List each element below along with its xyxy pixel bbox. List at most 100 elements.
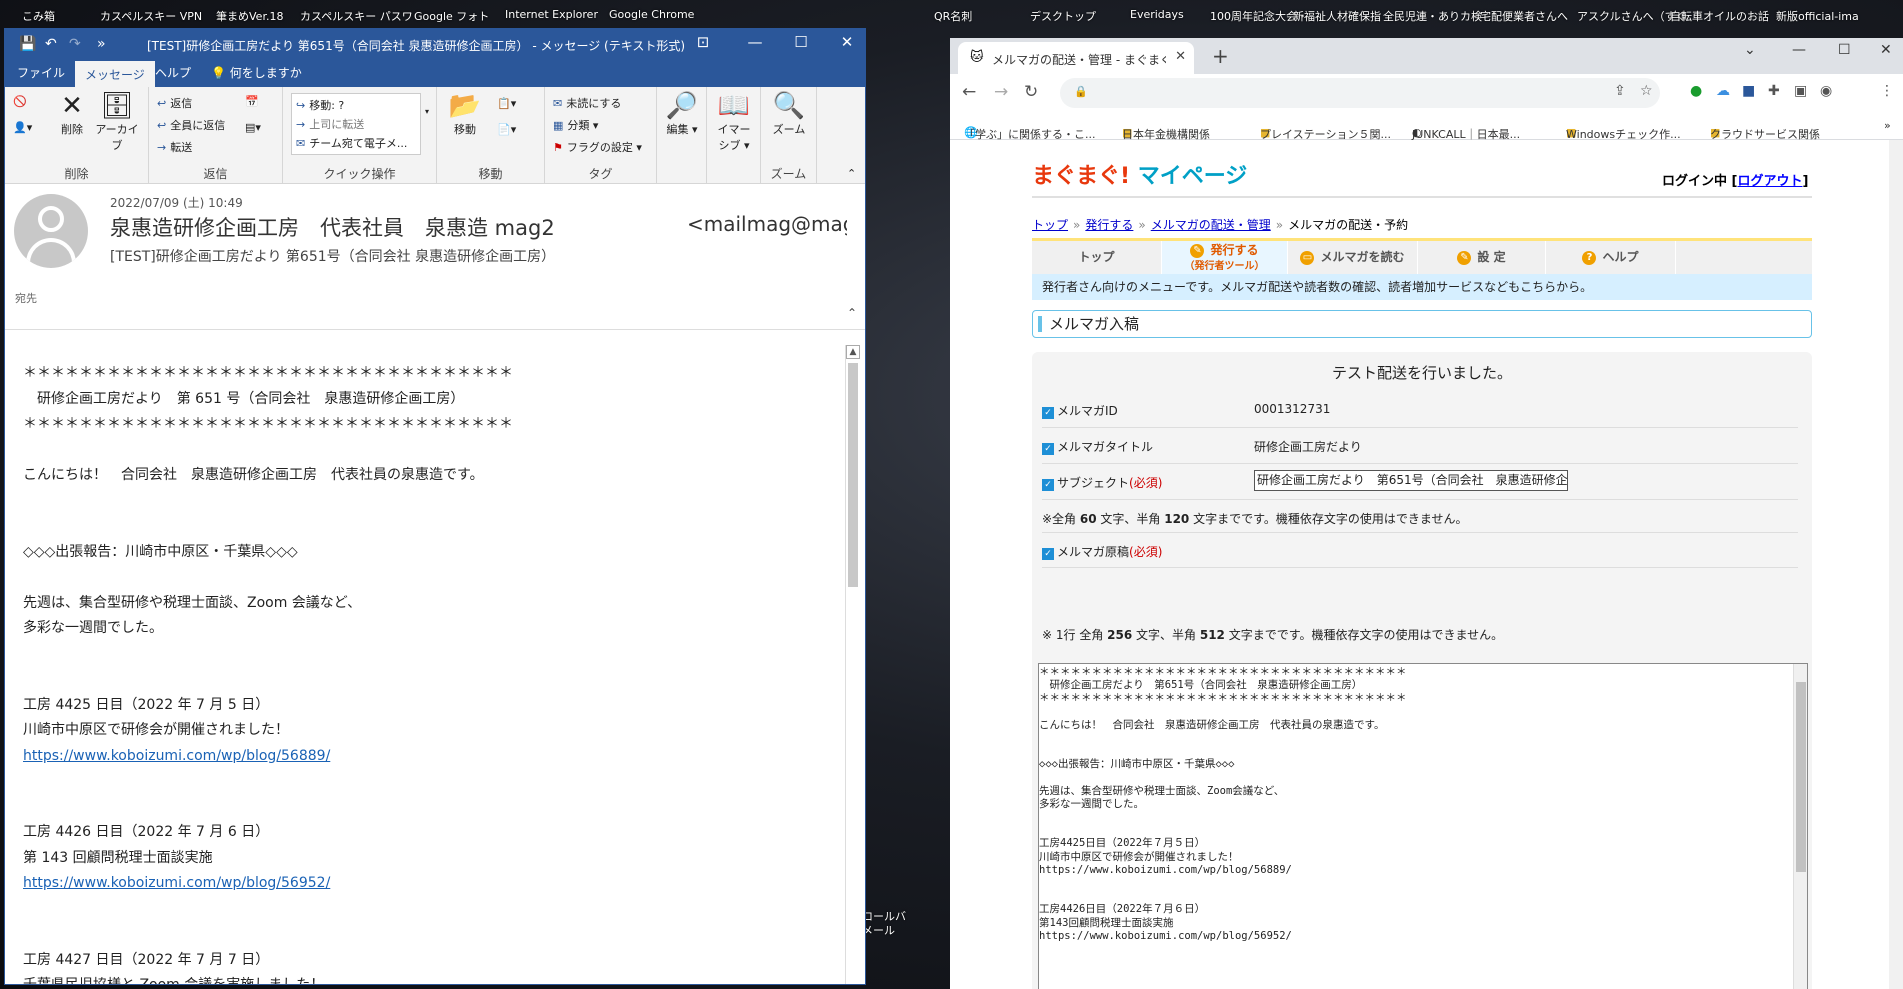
edit-button[interactable]: 🔎 編集 ▾ [663, 91, 701, 137]
mark-unread-button[interactable]: ✉ 未読にする [553, 95, 621, 111]
reply-all-button[interactable]: ↩ 全員に返信 [157, 117, 225, 133]
desktop-icon-label[interactable]: Google Chrome [609, 8, 694, 21]
side-panel-icon[interactable]: ▣ [1794, 83, 1807, 99]
page-scrollbar[interactable] [1889, 140, 1903, 989]
body-line: 工房 4426 日目（2022 年 7 月 6 日） [23, 824, 270, 840]
browser-tab[interactable]: 🐱 メルマガの配送・管理 - まぐまぐ！マ ✕ [958, 42, 1194, 74]
nav-top[interactable]: トップ [1032, 241, 1162, 274]
follow-up-button[interactable]: ⚑ フラグの設定 ▾ [553, 139, 642, 155]
maximize-icon[interactable]: ☐ [1838, 42, 1851, 58]
ribbon-display-icon[interactable]: ⊡ [693, 33, 713, 51]
tab-search-icon[interactable]: ⌄ [1744, 42, 1756, 58]
qat-more-icon[interactable]: » [97, 36, 106, 52]
message-scrollbar[interactable]: ▲ ▼ [845, 345, 860, 984]
nav-settings[interactable]: ✎ 設 定 [1418, 241, 1546, 274]
delete-button[interactable]: ✕ 削除 [53, 91, 91, 137]
collapse-header-icon[interactable]: ⌃ [847, 306, 857, 320]
redo-icon[interactable]: ↷ [69, 36, 81, 52]
body-link[interactable]: https://www.koboizumi.com/wp/blog/56952/ [23, 875, 330, 891]
reply-button[interactable]: ↩ 返信 [157, 95, 192, 111]
gallery-scroll-icon[interactable]: ▾ [425, 107, 429, 116]
save-icon[interactable]: 💾 [19, 36, 36, 52]
meeting-reply-icon[interactable]: 📅 [245, 95, 259, 108]
more-respond-icon[interactable]: ▤▾ [245, 121, 261, 134]
categorize-button[interactable]: ▦ 分類 ▾ [553, 117, 598, 133]
tab-file[interactable]: ファイル [7, 59, 75, 87]
desktop-icon-label[interactable]: カスペルスキー パスワ [300, 8, 413, 24]
desktop-icon-label[interactable]: デスクトップ [1030, 8, 1096, 24]
close-icon[interactable]: ✕ [837, 33, 857, 51]
quick-step-team-email[interactable]: ✉ チーム宛て電子メ... [296, 135, 407, 151]
junk-icon[interactable]: 👤▾ [13, 121, 32, 134]
archive-button[interactable]: 🗄 アーカイブ [95, 91, 139, 153]
quick-step-forward-boss[interactable]: → 上司に転送 [296, 116, 364, 132]
draft-note: ※ 1行 全角 256 文字、半角 512 文字までです。機種依存文字の使用はで… [1042, 628, 1504, 642]
menu-icon[interactable]: ⋮ [1880, 83, 1894, 99]
desktop-icon-label[interactable]: Internet Explorer [505, 8, 598, 21]
desktop-icon-label[interactable]: カスペルスキー VPN [100, 8, 202, 24]
desktop-icon-label[interactable]: 新版official-ima [1776, 8, 1859, 24]
breadcrumb-manage[interactable]: メルマガの配送・管理 [1151, 218, 1271, 232]
sender-name[interactable]: 泉惠造研修企画工房 代表社員 泉惠造 mag2 [110, 212, 555, 242]
extensions-puzzle-icon[interactable]: ✚ [1768, 83, 1780, 99]
actions-icon[interactable]: 📄▾ [497, 123, 516, 136]
logout-link[interactable]: ログアウト [1737, 174, 1802, 189]
forward-icon[interactable]: → [994, 82, 1008, 102]
body-link[interactable]: https://www.koboizumi.com/wp/blog/56889/ [23, 748, 330, 764]
bookmarks-more-icon[interactable]: » [1884, 119, 1891, 132]
rules-icon[interactable]: 📋▾ [497, 97, 516, 110]
forward-button[interactable]: → 転送 [157, 139, 192, 155]
extension-blue-icon[interactable]: ■ [1742, 83, 1755, 99]
desktop-icon-label[interactable]: 筆まめVer.18 [216, 8, 283, 24]
sender-email[interactable]: <mailmag@mag [687, 212, 847, 236]
row-subject: ✓サブジェクト(必須) 研修企画工房だより 第651号（合同会社 泉惠造研修企画… [1042, 464, 1798, 500]
immersive-reader-button[interactable]: 📖 イマーシブ ▾ [713, 91, 755, 153]
mag2-logo[interactable]: まぐまぐ! マイページ [1032, 158, 1247, 190]
message-body: ＊＊＊＊＊＊＊＊＊＊＊＊＊＊＊＊＊＊＊＊＊＊＊＊＊＊＊＊＊＊＊＊＊＊＊ 研修企画… [5, 331, 845, 984]
tab-close-icon[interactable]: ✕ [1175, 49, 1186, 64]
profile-avatar-icon[interactable]: ◉ [1820, 83, 1832, 99]
desktop-icon-label[interactable]: Everidays [1130, 8, 1184, 21]
help-icon: ? [1582, 250, 1597, 265]
minimize-icon[interactable]: — [745, 33, 765, 51]
desktop-icon-label[interactable]: 宅配便業者さんへ [1480, 8, 1568, 24]
subject-input[interactable]: 研修企画工房だより 第651号（合同会社 泉惠造研修企画工房） [1254, 470, 1568, 491]
zoom-button[interactable]: 🔍 ズーム [767, 91, 811, 137]
draft-textarea[interactable]: ＊＊＊＊＊＊＊＊＊＊＊＊＊＊＊＊＊＊＊＊＊＊＊＊＊＊＊＊＊＊＊＊＊＊＊ 研修企画… [1038, 663, 1808, 989]
tab-message[interactable]: メッセージ [75, 59, 155, 87]
draft-line: 第143回顧問税理士面談実施 [1039, 916, 1174, 929]
nav-help[interactable]: ? ヘルプ [1546, 241, 1676, 274]
desktop-icon-label[interactable]: 自転車オイルのお話 [1670, 8, 1769, 24]
lock-icon[interactable]: 🔒 [1074, 85, 1088, 98]
nav-read[interactable]: ▭ メルマガを読む [1288, 241, 1418, 274]
desktop-icon-label[interactable]: こみ箱 [22, 8, 55, 24]
desktop-icon-label[interactable]: QR名刺 [934, 8, 972, 24]
desktop-icon-label[interactable]: 全民児連・ありカ検 [1383, 8, 1482, 24]
tab-help[interactable]: ヘルプ [145, 59, 201, 87]
ignore-icon[interactable]: 🚫 [13, 95, 27, 108]
tell-me-search[interactable]: 💡 何をしますか [201, 59, 312, 87]
nav-publish[interactable]: ✎ 発行する （発行者ツール） [1162, 241, 1288, 274]
onedrive-icon[interactable]: ☁ [1716, 83, 1730, 99]
undo-icon[interactable]: ↶ [45, 36, 57, 52]
desktop-icon-label[interactable]: 新福祉人材確保指 [1293, 8, 1381, 24]
share-icon[interactable]: ⇪ [1614, 83, 1626, 99]
bookmark-star-icon[interactable]: ☆ [1640, 83, 1653, 99]
textarea-scrollbar[interactable] [1793, 664, 1807, 989]
close-icon[interactable]: ✕ [1880, 42, 1892, 58]
forward-icon: → [157, 141, 167, 154]
desktop-side-label[interactable]: ロールバ メール [862, 910, 906, 938]
minimize-icon[interactable]: — [1792, 42, 1806, 58]
address-bar[interactable]: 🔒 [1060, 78, 1660, 108]
quick-step-move[interactable]: ↪ 移動: ? [296, 97, 344, 113]
reload-icon[interactable]: ↻ [1024, 82, 1038, 102]
back-icon[interactable]: ← [962, 82, 976, 102]
maximize-icon[interactable]: ☐ [791, 33, 811, 51]
collapse-ribbon-icon[interactable]: ⌃ [847, 167, 856, 180]
extension-green-icon[interactable]: ● [1690, 83, 1702, 99]
desktop-icon-label[interactable]: Google フォト [414, 8, 489, 24]
breadcrumb-top[interactable]: トップ [1032, 218, 1068, 232]
move-button[interactable]: 📂 移動 [445, 91, 485, 137]
new-tab-icon[interactable]: + [1212, 44, 1229, 68]
breadcrumb-publish[interactable]: 発行する [1085, 218, 1133, 232]
